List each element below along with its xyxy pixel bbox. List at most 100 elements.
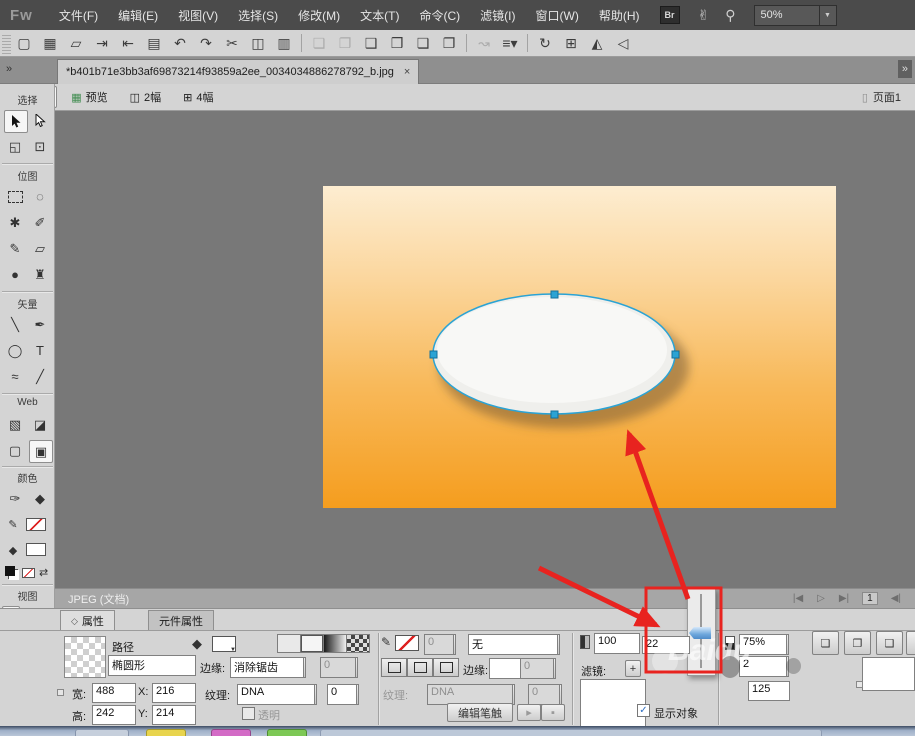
chevron-down-icon[interactable]: ▼ xyxy=(314,684,317,705)
last-frame-icon[interactable]: ▶| xyxy=(839,593,849,604)
menu-view[interactable]: 视图(V) xyxy=(168,0,228,30)
preview-4up-button[interactable]: ⊞ 4幅 xyxy=(175,86,221,108)
chevron-down-icon[interactable]: ▼ xyxy=(303,657,306,678)
fill-texture-amount[interactable]: 0▼ xyxy=(327,684,359,705)
constrain-icon[interactable] xyxy=(57,689,64,696)
blur-tool[interactable]: ● xyxy=(4,264,26,285)
copy-icon[interactable]: ◫ xyxy=(245,33,271,54)
export-icon[interactable]: ⇤ xyxy=(115,33,141,54)
tab-properties[interactable]: ◇ 属性 xyxy=(60,610,115,631)
stroke-outside-button[interactable] xyxy=(433,658,459,677)
canvas-size-icon[interactable]: ⊞ xyxy=(558,33,584,54)
lasso-tool[interactable]: ◌ xyxy=(29,186,51,207)
stroke-inside-button[interactable] xyxy=(381,658,407,677)
knife-tool[interactable]: ╱ xyxy=(29,366,51,387)
opacity-input[interactable]: 100 xyxy=(594,633,640,654)
taskbar-tray[interactable] xyxy=(320,729,822,736)
undo-icon[interactable]: ↶ xyxy=(167,33,193,54)
y-input[interactable]: 214 xyxy=(152,705,196,725)
brush-tool[interactable]: ✐ xyxy=(29,212,51,233)
ellipse-object[interactable] xyxy=(323,186,836,508)
new-document-icon[interactable]: ▢ xyxy=(11,33,37,54)
cut-icon[interactable]: ✂ xyxy=(219,33,245,54)
tab-symbol-properties[interactable]: 元件属性 xyxy=(148,610,214,631)
scale-tool[interactable]: ◱ xyxy=(4,136,26,157)
previous-frame-icon[interactable]: ◀| xyxy=(891,593,901,604)
eraser-tool[interactable]: ▱ xyxy=(29,238,51,259)
menu-select[interactable]: 选择(S) xyxy=(228,0,288,30)
first-frame-icon[interactable]: |◀ xyxy=(793,593,803,604)
panel-collapse-left-icon[interactable]: » xyxy=(6,63,12,75)
fill-texture-select[interactable]: DNA▼ xyxy=(237,684,317,705)
page-indicator[interactable]: ▯ 页面1 xyxy=(862,89,901,105)
print-icon[interactable]: ▤ xyxy=(141,33,167,54)
object-name-input[interactable]: 椭圆形 xyxy=(108,655,196,676)
add-filter-button[interactable]: + xyxy=(625,660,641,677)
x-input[interactable]: 216 xyxy=(152,683,196,703)
send-back-icon[interactable]: ❐ xyxy=(436,33,462,54)
menu-text[interactable]: 文本(T) xyxy=(350,0,409,30)
open-icon[interactable]: ▱ xyxy=(63,33,89,54)
preview-preview-button[interactable]: ▦ 预览 xyxy=(63,86,115,108)
fill-pattern-button[interactable] xyxy=(346,634,370,653)
line-tool[interactable]: ╲ xyxy=(4,314,26,335)
fill-solid-button[interactable] xyxy=(300,634,324,653)
layer-option-button-1[interactable]: ❏ xyxy=(812,631,839,655)
menu-edit[interactable]: 编辑(E) xyxy=(108,0,168,30)
crop-tool[interactable]: ⊡ xyxy=(29,136,51,157)
fill-edge-select[interactable]: 消除锯齿▼ xyxy=(230,657,306,678)
subselection-tool[interactable] xyxy=(29,110,51,131)
transparent-checkbox[interactable] xyxy=(242,707,255,720)
hotspot-tool[interactable]: ▧ xyxy=(4,414,26,435)
document-image[interactable] xyxy=(323,186,836,508)
slider-value-input[interactable]: 22 xyxy=(642,636,690,654)
partial-value-field[interactable]: 125 xyxy=(748,681,790,701)
menu-window[interactable]: 窗口(W) xyxy=(526,0,589,30)
swap-colors-icon[interactable]: ⇄ xyxy=(39,566,48,579)
panel-collapse-right-icon[interactable]: » xyxy=(898,60,912,78)
play-icon[interactable]: ▷ xyxy=(817,593,825,604)
hide-slices-tool[interactable]: ▢ xyxy=(4,440,26,461)
default-colors-icon[interactable] xyxy=(5,566,15,576)
marquee-tool[interactable] xyxy=(4,186,26,207)
preview-2up-button[interactable]: ◫ 2幅 xyxy=(122,86,170,108)
zoom-level-select[interactable]: 50% ▼ xyxy=(754,5,837,26)
edit-stroke-button[interactable]: 编辑笔触 xyxy=(447,703,513,722)
ungroup-icon[interactable]: ❒ xyxy=(384,33,410,54)
paste-icon[interactable]: ▥ xyxy=(271,33,297,54)
taskbar-app[interactable] xyxy=(146,729,186,736)
menu-help[interactable]: 帮助(H) xyxy=(589,0,650,30)
flip-horizontal-icon[interactable]: ◭ xyxy=(584,33,610,54)
chevron-down-icon[interactable]: ▼ xyxy=(557,634,560,655)
height-input[interactable]: 242 xyxy=(92,705,136,725)
no-color-icon[interactable] xyxy=(22,568,35,578)
stroke-color-swatch[interactable] xyxy=(26,518,46,531)
taskbar-app[interactable] xyxy=(75,729,129,736)
chevron-down-icon[interactable]: ▼ xyxy=(786,656,789,677)
taskbar-app[interactable] xyxy=(211,729,251,736)
menu-modify[interactable]: 修改(M) xyxy=(288,0,350,30)
pointer-tool[interactable] xyxy=(4,110,28,133)
search-icon[interactable]: ⚲ xyxy=(725,7,735,24)
canvas-area[interactable] xyxy=(55,111,915,588)
stroke-centered-button[interactable] xyxy=(407,658,433,677)
bring-front-icon[interactable]: ❏ xyxy=(410,33,436,54)
flip-vertical-icon[interactable]: ◁ xyxy=(610,33,636,54)
magic-wand-tool[interactable]: ✱ xyxy=(4,212,26,233)
group-icon[interactable]: ❑ xyxy=(358,33,384,54)
fill-gradient-button[interactable] xyxy=(323,634,347,653)
swatch-handle-icon[interactable] xyxy=(856,681,863,688)
taskbar-app[interactable] xyxy=(267,729,307,736)
shape-tool[interactable]: ◯ xyxy=(4,340,26,361)
paint-bucket-tool[interactable]: ◆ xyxy=(29,488,51,509)
menu-filters[interactable]: 滤镜(I) xyxy=(470,0,525,30)
pencil-tool[interactable]: ✎ xyxy=(4,238,26,259)
slice-tool[interactable]: ◪ xyxy=(29,414,51,435)
hand-icon[interactable]: ✌ xyxy=(698,7,710,24)
layer-option-button-3[interactable]: ❑ xyxy=(876,631,903,655)
width-input[interactable]: 488 xyxy=(92,683,136,703)
freeform-tool[interactable]: ≈ xyxy=(4,366,26,387)
chevron-down-icon[interactable]: ▼ xyxy=(786,634,789,655)
close-icon[interactable]: × xyxy=(404,66,410,78)
panel-collapse-icon[interactable]: ◇ xyxy=(71,616,78,627)
